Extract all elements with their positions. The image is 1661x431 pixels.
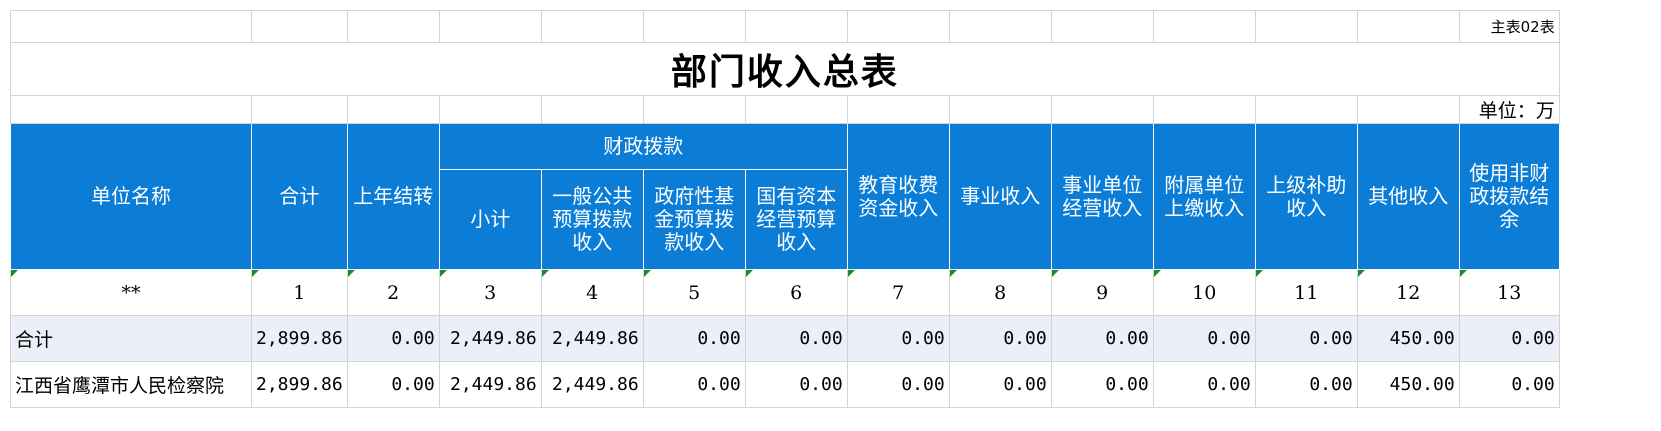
- index-cell[interactable]: 13: [1458, 269, 1560, 316]
- table-code-row: 主表02表: [10, 10, 1560, 43]
- cell[interactable]: [251, 10, 348, 43]
- header-business-income[interactable]: 事业收入: [948, 123, 1052, 270]
- cell[interactable]: [540, 95, 644, 124]
- header-fiscal-fund[interactable]: 政府性基金预算拨款收入: [642, 169, 746, 270]
- value-cell[interactable]: 2,449.86: [540, 315, 644, 362]
- header-other-income[interactable]: 其他收入: [1356, 123, 1460, 270]
- cell[interactable]: [846, 95, 950, 124]
- value-cell[interactable]: 0.00: [1050, 361, 1154, 408]
- cell[interactable]: [540, 10, 644, 43]
- cell[interactable]: [642, 95, 746, 124]
- title-row: 部门收入总表: [10, 42, 1560, 96]
- value-cell[interactable]: 0.00: [346, 315, 440, 362]
- value-cell[interactable]: 2,899.86: [251, 361, 348, 408]
- cell[interactable]: [1152, 95, 1256, 124]
- cell[interactable]: [1356, 10, 1460, 43]
- index-cell[interactable]: 2: [346, 269, 440, 316]
- cell[interactable]: [346, 10, 440, 43]
- value-cell[interactable]: 2,449.86: [438, 361, 542, 408]
- value-cell[interactable]: 2,899.86: [251, 315, 348, 362]
- header-fiscal-subtotal[interactable]: 小计: [438, 169, 542, 270]
- index-row: ** 1 2 3 4 5 6 7 8 9 10 11 12 13: [10, 269, 1560, 316]
- header-fiscal-group[interactable]: 财政拨款: [438, 123, 848, 170]
- header-fiscal-state-capital[interactable]: 国有资本经营预算收入: [744, 169, 848, 270]
- row-name[interactable]: 合计: [10, 315, 252, 362]
- index-cell[interactable]: **: [10, 269, 252, 316]
- value-cell[interactable]: 450.00: [1356, 361, 1460, 408]
- value-cell[interactable]: 450.00: [1356, 315, 1460, 362]
- page-title[interactable]: 部门收入总表: [10, 42, 1560, 96]
- cell[interactable]: [251, 95, 348, 124]
- table-code[interactable]: 主表02表: [1458, 10, 1560, 43]
- header-last-year-carryover[interactable]: 上年结转: [346, 123, 440, 270]
- row-name[interactable]: 江西省鹰潭市人民检察院: [10, 361, 252, 408]
- cell[interactable]: [1050, 95, 1154, 124]
- cell[interactable]: [1050, 10, 1154, 43]
- cell[interactable]: [10, 95, 252, 124]
- index-cell[interactable]: 5: [642, 269, 746, 316]
- header-education-fee[interactable]: 教育收费资金收入: [846, 123, 950, 270]
- index-cell[interactable]: 11: [1254, 269, 1358, 316]
- index-cell[interactable]: 10: [1152, 269, 1256, 316]
- index-cell[interactable]: 7: [846, 269, 950, 316]
- header-fiscal-general[interactable]: 一般公共预算拨款收入: [540, 169, 644, 270]
- index-cell[interactable]: 9: [1050, 269, 1154, 316]
- spreadsheet: 主表02表 部门收入总表 单位：万 单位名称 合计 上年结转 财政拨款 教育收费…: [10, 10, 1560, 408]
- index-cell[interactable]: 8: [948, 269, 1052, 316]
- cell[interactable]: [438, 10, 542, 43]
- header-unit-name[interactable]: 单位名称: [10, 123, 252, 270]
- cell[interactable]: [1152, 10, 1256, 43]
- header-total[interactable]: 合计: [251, 123, 348, 270]
- value-cell[interactable]: 0.00: [1152, 315, 1256, 362]
- value-cell[interactable]: 0.00: [744, 361, 848, 408]
- cell[interactable]: [346, 95, 440, 124]
- value-cell[interactable]: 0.00: [948, 315, 1052, 362]
- value-cell[interactable]: 0.00: [642, 361, 746, 408]
- cell[interactable]: [948, 95, 1052, 124]
- value-cell[interactable]: 0.00: [642, 315, 746, 362]
- table-row: 江西省鹰潭市人民检察院 2,899.86 0.00 2,449.86 2,449…: [10, 361, 1560, 408]
- value-cell[interactable]: 0.00: [846, 361, 950, 408]
- cell[interactable]: [1254, 10, 1358, 43]
- value-cell[interactable]: 0.00: [1050, 315, 1154, 362]
- cell[interactable]: [744, 95, 848, 124]
- index-cell[interactable]: 3: [438, 269, 542, 316]
- header-superior-subsidy[interactable]: 上级补助收入: [1254, 123, 1358, 270]
- value-cell[interactable]: 0.00: [948, 361, 1052, 408]
- value-cell[interactable]: 0.00: [744, 315, 848, 362]
- cell[interactable]: [744, 10, 848, 43]
- index-cell[interactable]: 12: [1356, 269, 1460, 316]
- value-cell[interactable]: 0.00: [1152, 361, 1256, 408]
- header-non-fiscal-balance[interactable]: 使用非财政拨款结余: [1458, 123, 1560, 270]
- index-cell[interactable]: 1: [251, 269, 348, 316]
- cell[interactable]: [1254, 95, 1358, 124]
- header-row-1: 单位名称 合计 上年结转 财政拨款 教育收费资金收入 事业收入 事业单位经营收入…: [10, 123, 1560, 270]
- value-cell[interactable]: 0.00: [846, 315, 950, 362]
- value-cell[interactable]: 0.00: [1458, 361, 1560, 408]
- cell[interactable]: [1356, 95, 1460, 124]
- value-cell[interactable]: 0.00: [1254, 361, 1358, 408]
- value-cell[interactable]: 2,449.86: [540, 361, 644, 408]
- header-operating-income[interactable]: 事业单位经营收入: [1050, 123, 1154, 270]
- cell[interactable]: [438, 95, 542, 124]
- cell[interactable]: [10, 10, 252, 43]
- value-cell[interactable]: 0.00: [346, 361, 440, 408]
- value-cell[interactable]: 2,449.86: [438, 315, 542, 362]
- unit-row: 单位：万: [10, 95, 1560, 124]
- table-row: 合计 2,899.86 0.00 2,449.86 2,449.86 0.00 …: [10, 315, 1560, 362]
- value-cell[interactable]: 0.00: [1254, 315, 1358, 362]
- income-summary-table: 主表02表 部门收入总表 单位：万 单位名称 合计 上年结转 财政拨款 教育收费…: [10, 10, 1560, 408]
- cell[interactable]: [642, 10, 746, 43]
- value-cell[interactable]: 0.00: [1458, 315, 1560, 362]
- unit-label[interactable]: 单位：万: [1458, 95, 1560, 124]
- cell[interactable]: [846, 10, 950, 43]
- header-subordinate-income[interactable]: 附属单位上缴收入: [1152, 123, 1256, 270]
- index-cell[interactable]: 4: [540, 269, 644, 316]
- cell[interactable]: [948, 10, 1052, 43]
- index-cell[interactable]: 6: [744, 269, 848, 316]
